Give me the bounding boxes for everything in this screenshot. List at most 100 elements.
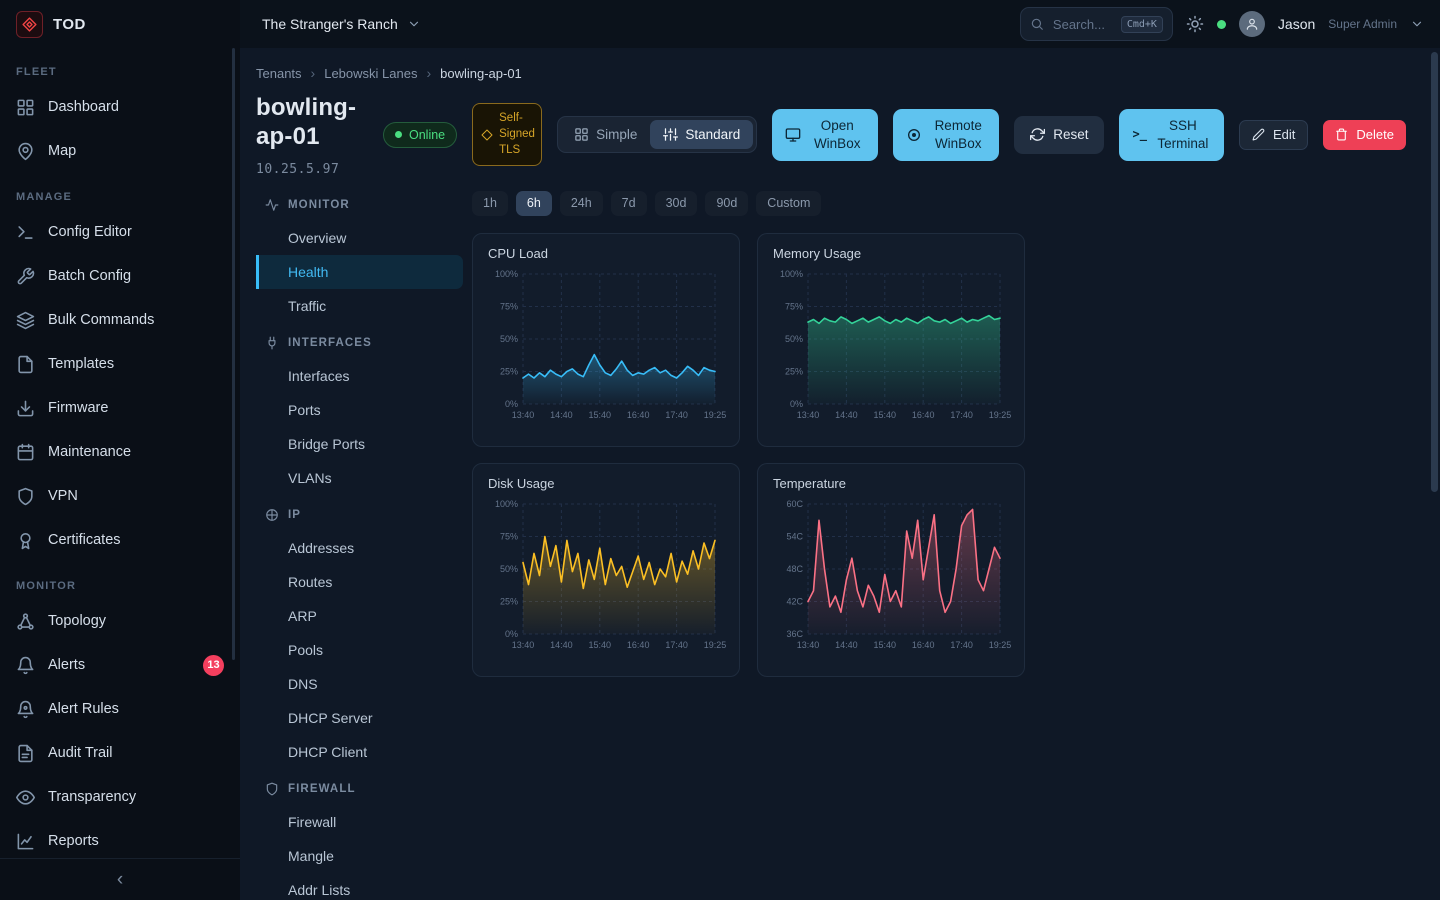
svg-text:0%: 0% (505, 399, 518, 409)
time-range-chip[interactable]: 24h (560, 191, 603, 216)
sidebar-items-manage: Config Editor Batch Config Bulk Commands (0, 210, 240, 562)
document-icon (16, 744, 35, 763)
device-nav-item[interactable]: Pools (256, 633, 463, 667)
sidebar-scrollbar[interactable] (232, 48, 235, 660)
sidebar-item-label: Topology (48, 613, 106, 629)
sidebar-item[interactable]: Config Editor (0, 210, 240, 254)
sidebar-item[interactable]: Transparency (0, 775, 240, 819)
sidebar-item[interactable]: Alerts 13 (0, 643, 240, 687)
time-range-chip[interactable]: 30d (655, 191, 698, 216)
tenant-selector[interactable]: The Stranger's Ranch (256, 15, 427, 33)
device-nav-item-label: Traffic (288, 298, 326, 314)
device-nav-item[interactable]: Firewall (256, 805, 463, 839)
sidebar-item[interactable]: Alert Rules (0, 687, 240, 731)
edit-button[interactable]: Edit (1239, 120, 1308, 150)
user-avatar[interactable] (1239, 11, 1265, 37)
chevron-down-icon[interactable] (1410, 17, 1424, 31)
svg-text:100%: 100% (495, 499, 518, 509)
collapse-sidebar-button[interactable]: ‹ (0, 858, 240, 900)
device-nav-item[interactable]: Health (256, 255, 463, 289)
svg-text:25%: 25% (500, 596, 518, 606)
section-label-fleet: FLEET (0, 48, 240, 85)
remote-target-icon (906, 127, 922, 143)
sidebar-item[interactable]: Templates (0, 342, 240, 386)
svg-text:13:40: 13:40 (512, 640, 535, 650)
device-nav-item[interactable]: Mangle (256, 839, 463, 873)
sidebar-item[interactable]: VPN (0, 474, 240, 518)
tls-warning-label: Self-Signed TLS (499, 111, 535, 158)
time-range-chip[interactable]: 90d (705, 191, 748, 216)
view-mode-simple[interactable]: Simple (561, 120, 650, 149)
search-box[interactable]: Cmd+K (1020, 7, 1173, 41)
svg-text:36C: 36C (786, 629, 803, 639)
device-nav-header-label: MONITOR (288, 199, 350, 211)
device-nav-item[interactable]: DNS (256, 667, 463, 701)
sidebar-section-manage: MANAGE Config Editor Batch Config (0, 173, 240, 562)
sidebar-item[interactable]: Reports (0, 819, 240, 858)
bell-gear-icon (16, 700, 35, 719)
view-mode-standard[interactable]: Standard (650, 120, 753, 149)
open-winbox-button[interactable]: Open WinBox (772, 109, 878, 161)
device-nav-item[interactable]: Traffic (256, 289, 463, 323)
device-nav-items: Addresses Routes ARP Pools DNS (256, 531, 463, 769)
breadcrumb-link-tenant[interactable]: Lebowski Lanes (324, 66, 417, 81)
time-range-chip[interactable]: 6h (516, 191, 552, 216)
svg-text:17:40: 17:40 (950, 640, 973, 650)
svg-text:15:40: 15:40 (589, 640, 612, 650)
content-scrollbar[interactable] (1431, 52, 1438, 492)
device-nav-item[interactable]: Ports (256, 393, 463, 427)
sidebar-item[interactable]: Dashboard (0, 85, 240, 129)
device-nav-item[interactable]: DHCP Server (256, 701, 463, 735)
map-pin-icon (16, 142, 35, 161)
page-title: bowling-ap-01 (256, 93, 368, 152)
sidebar-item[interactable]: Firmware (0, 386, 240, 430)
device-nav-item[interactable]: Addr Lists (256, 873, 463, 900)
svg-text:19:25: 19:25 (989, 410, 1011, 420)
report-icon (16, 832, 35, 851)
device-nav-item[interactable]: Routes (256, 565, 463, 599)
svg-text:17:40: 17:40 (665, 640, 688, 650)
sidebar-item[interactable]: Topology (0, 599, 240, 643)
search-input[interactable] (1051, 16, 1114, 33)
sidebar-item-label: Config Editor (48, 224, 132, 240)
dashboard-grid-icon (16, 98, 35, 117)
chip-label: 90d (716, 196, 737, 210)
reset-button[interactable]: Reset (1014, 116, 1104, 154)
theme-sun-icon[interactable] (1186, 15, 1204, 33)
ssh-terminal-button[interactable]: >_ SSH Terminal (1119, 109, 1223, 161)
time-range-chip[interactable]: 7d (611, 191, 647, 216)
sidebar-section-monitor: MONITOR Topology Alerts 13 Al (0, 562, 240, 858)
device-nav-section-interfaces: INTERFACES Interfaces Ports Bridge Ports (256, 327, 463, 495)
device-nav-item-label: Addresses (288, 540, 354, 556)
device-nav-item[interactable]: Addresses (256, 531, 463, 565)
delete-button[interactable]: Delete (1323, 120, 1406, 150)
sidebar-item[interactable]: Audit Trail (0, 731, 240, 775)
remote-winbox-button[interactable]: Remote WinBox (893, 109, 999, 161)
device-nav-item[interactable]: Bridge Ports (256, 427, 463, 461)
device-nav-items: Overview Health Traffic (256, 221, 463, 323)
time-range-chips: 1h 6h 24h 7d 30d 90d (472, 191, 1025, 216)
chip-label: 24h (571, 196, 592, 210)
device-nav-section-monitor: MONITOR Overview Health Traffic (256, 189, 463, 323)
sidebar-item[interactable]: Bulk Commands (0, 298, 240, 342)
sidebar-item[interactable]: Batch Config (0, 254, 240, 298)
device-nav-section-firewall: FIREWALL Firewall Mangle Addr Lists (256, 773, 463, 900)
device-nav-item[interactable]: VLANs (256, 461, 463, 495)
device-nav-item[interactable]: ARP (256, 599, 463, 633)
sidebar-item[interactable]: Maintenance (0, 430, 240, 474)
layers-icon (16, 311, 35, 330)
sidebar-item[interactable]: Certificates (0, 518, 240, 562)
device-nav-item[interactable]: DHCP Client (256, 735, 463, 769)
device-nav-header: IP (256, 499, 463, 531)
svg-text:60C: 60C (786, 499, 803, 509)
app-root: TOD FLEET Dashboard Map (0, 0, 1440, 900)
svg-text:16:40: 16:40 (912, 410, 935, 420)
eye-icon (16, 788, 35, 807)
breadcrumb-link-tenants[interactable]: Tenants (256, 66, 302, 81)
time-range-chip[interactable]: Custom (756, 191, 821, 216)
sidebar-item[interactable]: Map (0, 129, 240, 173)
time-range-chip[interactable]: 1h (472, 191, 508, 216)
device-nav-item[interactable]: Overview (256, 221, 463, 255)
chip-label: 30d (666, 196, 687, 210)
device-nav-item[interactable]: Interfaces (256, 359, 463, 393)
